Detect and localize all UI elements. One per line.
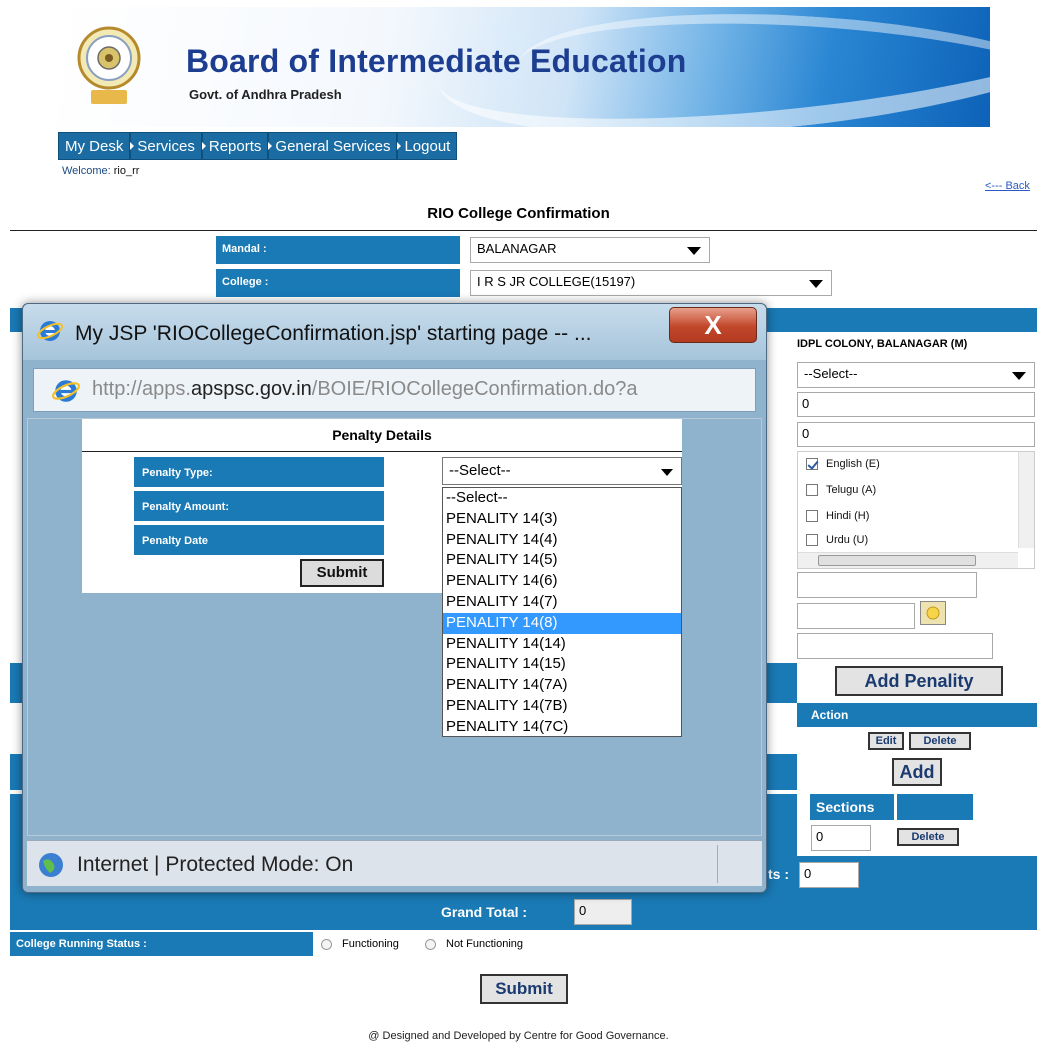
horizontal-scrollbar[interactable] bbox=[798, 552, 1018, 568]
college-address: IDPL COLONY, BALANAGAR (M) bbox=[797, 338, 968, 350]
dropdown-option-highlighted[interactable]: PENALITY 14(8) bbox=[443, 612, 681, 634]
college-select[interactable]: I R S JR COLLEGE(15197) bbox=[470, 270, 832, 296]
language-option[interactable]: Urdu (U) bbox=[806, 534, 868, 547]
penalty-amount-label: Penalty Amount: bbox=[134, 491, 384, 521]
ie-icon bbox=[52, 380, 80, 402]
chevron-down-icon bbox=[661, 469, 673, 476]
globe-icon bbox=[39, 853, 63, 877]
date-input[interactable] bbox=[797, 603, 915, 629]
mandal-label: Mandal : bbox=[216, 236, 460, 264]
site-subtitle: Govt. of Andhra Pradesh bbox=[189, 87, 342, 102]
popup-titlebar[interactable]: My JSP 'RIOCollegeConfirmation.jsp' star… bbox=[23, 304, 766, 360]
dropdown-option[interactable]: PENALITY 14(7B) bbox=[443, 696, 681, 717]
address-bar[interactable]: http://apps.apspsc.gov.in/BOIE/RIOColleg… bbox=[33, 368, 756, 412]
divider bbox=[717, 845, 718, 883]
checkbox-checked[interactable] bbox=[806, 458, 818, 471]
penalty-type-label: Penalty Type: bbox=[134, 457, 384, 487]
footer-credit: @ Designed and Developed by Centre for G… bbox=[368, 1030, 669, 1042]
site-title: Board of Intermediate Education bbox=[186, 43, 687, 79]
text-input[interactable] bbox=[797, 572, 977, 598]
back-link[interactable]: <--- Back bbox=[985, 180, 1030, 192]
radio-button[interactable] bbox=[321, 938, 332, 950]
radio-button[interactable] bbox=[425, 938, 436, 950]
penalty-date-label: Penalty Date bbox=[134, 525, 384, 555]
penalty-title: Penalty Details bbox=[332, 427, 432, 443]
close-button[interactable]: X bbox=[669, 307, 757, 343]
language-option[interactable]: English (E) bbox=[806, 458, 880, 471]
dropdown-option[interactable]: PENALITY 14(7A) bbox=[443, 675, 681, 696]
chevron-down-icon bbox=[687, 247, 701, 255]
calendar-icon[interactable] bbox=[920, 601, 946, 625]
language-option[interactable]: Hindi (H) bbox=[806, 510, 869, 523]
checkbox[interactable] bbox=[806, 510, 818, 523]
checkbox[interactable] bbox=[806, 484, 818, 497]
penalty-type-dropdown: --Select-- PENALITY 14(3) PENALITY 14(4)… bbox=[442, 487, 682, 737]
popup-title: My JSP 'RIOCollegeConfirmation.jsp' star… bbox=[75, 322, 592, 345]
divider bbox=[82, 451, 682, 452]
action-header: Action bbox=[797, 703, 1037, 727]
students-input[interactable]: 0 bbox=[799, 862, 859, 888]
menu-item-services[interactable]: Services bbox=[131, 133, 206, 159]
dropdown-option[interactable]: PENALITY 14(3) bbox=[443, 509, 681, 530]
edit-button[interactable]: Edit bbox=[868, 732, 904, 750]
url-text: http://apps.apspsc.gov.in/BOIE/RIOColleg… bbox=[92, 378, 638, 400]
chevron-down-icon bbox=[1012, 372, 1026, 380]
mandal-select[interactable]: BALANAGAR bbox=[470, 237, 710, 263]
count-input-1[interactable]: 0 bbox=[797, 392, 1035, 417]
header-banner: Board of Intermediate Education Govt. of… bbox=[57, 7, 990, 127]
language-option[interactable]: Telugu (A) bbox=[806, 484, 876, 497]
grand-total-label: Grand Total : bbox=[441, 904, 528, 920]
submit-button[interactable]: Submit bbox=[480, 974, 568, 1004]
dropdown-option[interactable]: PENALITY 14(15) bbox=[443, 654, 681, 675]
delete-section-button[interactable]: Delete bbox=[897, 828, 959, 846]
dropdown-option[interactable]: PENALITY 14(5) bbox=[443, 550, 681, 571]
checkbox[interactable] bbox=[806, 534, 818, 547]
dropdown-option[interactable]: PENALITY 14(7) bbox=[443, 592, 681, 613]
menu-item-general-services[interactable]: General Services bbox=[269, 133, 402, 159]
welcome-text: Welcome: rio_rr bbox=[62, 165, 140, 177]
medium-list: English (E) Telugu (A) Hindi (H) Urdu (U… bbox=[797, 451, 1035, 569]
radio-functioning[interactable]: Functioning bbox=[321, 938, 399, 950]
delete-button[interactable]: Delete bbox=[909, 732, 971, 750]
add-button[interactable]: Add bbox=[892, 758, 942, 786]
ie-icon bbox=[37, 321, 63, 341]
popup-window: My JSP 'RIOCollegeConfirmation.jsp' star… bbox=[22, 303, 767, 893]
page-title: RIO College Confirmation bbox=[427, 205, 610, 222]
penalty-type-select[interactable]: --Select-- bbox=[442, 457, 682, 485]
college-label: College : bbox=[216, 269, 460, 297]
penalty-submit-button[interactable]: Submit bbox=[300, 559, 384, 587]
status-bar: Internet | Protected Mode: On bbox=[27, 840, 762, 886]
dropdown-option[interactable]: PENALITY 14(7C) bbox=[443, 717, 681, 738]
sections-input[interactable]: 0 bbox=[811, 825, 871, 851]
grand-total-value: 0 bbox=[574, 899, 632, 925]
vertical-scrollbar[interactable] bbox=[1018, 452, 1034, 548]
dropdown-option[interactable]: PENALITY 14(14) bbox=[443, 634, 681, 655]
chevron-down-icon bbox=[809, 280, 823, 288]
popup-content: Penalty Details Penalty Type: Penalty Am… bbox=[27, 418, 762, 836]
sections-header: Sections bbox=[810, 794, 894, 820]
district-select[interactable]: --Select-- bbox=[797, 362, 1035, 388]
main-menu: My Desk Services Reports General Service… bbox=[58, 132, 458, 160]
dropdown-option[interactable]: PENALITY 14(6) bbox=[443, 571, 681, 592]
menu-item-reports[interactable]: Reports bbox=[203, 133, 273, 159]
divider bbox=[10, 230, 1037, 231]
dropdown-option[interactable]: --Select-- bbox=[443, 488, 681, 509]
dropdown-option[interactable]: PENALITY 14(4) bbox=[443, 530, 681, 551]
menu-item-logout[interactable]: Logout bbox=[398, 133, 456, 159]
radio-not-functioning[interactable]: Not Functioning bbox=[425, 938, 523, 950]
penalty-panel: Penalty Details Penalty Type: Penalty Am… bbox=[82, 419, 682, 737]
students-label: ts : bbox=[768, 866, 789, 882]
add-penality-button[interactable]: Add Penality bbox=[835, 666, 1003, 696]
status-text: Internet | Protected Mode: On bbox=[77, 853, 354, 876]
ap-emblem-logo bbox=[77, 26, 141, 104]
menu-item-my-desk[interactable]: My Desk bbox=[59, 133, 135, 159]
text-input[interactable] bbox=[797, 633, 993, 659]
count-input-2[interactable]: 0 bbox=[797, 422, 1035, 447]
username: rio_rr bbox=[113, 165, 140, 177]
running-status-label: College Running Status : bbox=[10, 932, 313, 956]
